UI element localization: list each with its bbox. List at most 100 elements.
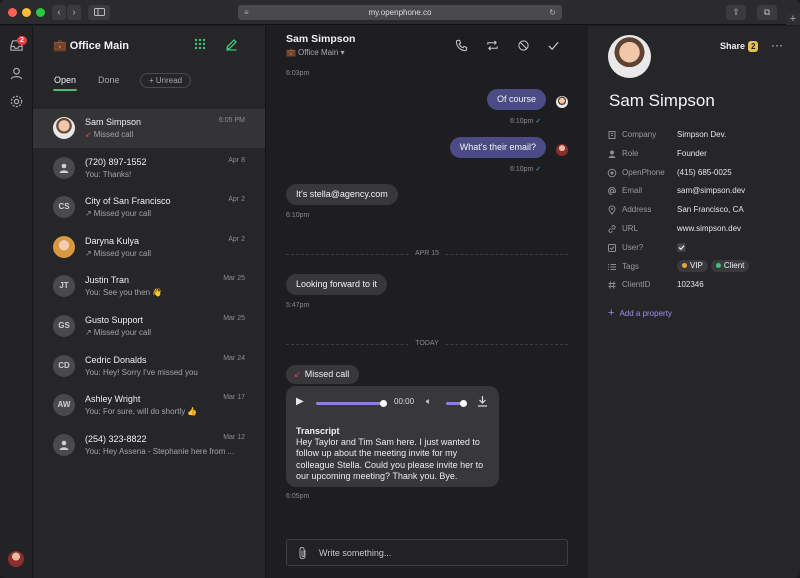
pencil-icon <box>226 39 237 51</box>
date-divider: TODAY <box>266 340 588 347</box>
settings-nav-button[interactable] <box>9 94 24 109</box>
building-icon <box>607 130 617 140</box>
property-row-address[interactable]: Address San Francisco, CA <box>607 204 797 218</box>
property-row-tags[interactable]: Tags VIP Client <box>607 259 797 275</box>
person-icon <box>10 67 23 80</box>
message-timestamp: 6:03pm <box>286 70 310 77</box>
pin-icon <box>607 205 617 215</box>
share-page-button[interactable]: ⇧ <box>726 5 746 20</box>
block-button[interactable] <box>517 39 530 52</box>
conversation-item[interactable]: Sam Simpson ↙ Missed call 6:05 PM <box>33 109 265 148</box>
message-input[interactable] <box>319 540 559 565</box>
address-bar[interactable]: ≡ my.openphone.co ↻ <box>238 5 562 20</box>
call-button[interactable] <box>455 39 468 52</box>
tags-list: VIP Client <box>677 259 752 272</box>
conversation-item[interactable]: JT Justin Tran You: See you then 👋 Mar 25 <box>33 267 265 306</box>
property-row-email[interactable]: Email sam@simpson.dev <box>607 185 797 199</box>
inbox-title[interactable]: 💼 Office Main <box>53 39 129 52</box>
conversation-item[interactable]: CS City of San Francisco ↗ Missed your call… <box>33 188 265 227</box>
briefcase-icon: 💼 <box>286 48 296 57</box>
property-value: 102346 <box>677 280 704 290</box>
tag-chip[interactable]: Client <box>710 259 750 272</box>
property-row-url[interactable]: URL www.simpson.dev <box>607 223 797 237</box>
mark-done-button[interactable] <box>547 39 560 52</box>
reload-icon[interactable]: ↻ <box>549 5 556 20</box>
play-button[interactable]: ▶ <box>296 396 304 407</box>
conversation-preview: You: See you then 👋 <box>85 288 163 298</box>
maximize-window-button[interactable] <box>36 8 45 17</box>
user-checkbox[interactable] <box>677 243 686 254</box>
transfer-button[interactable] <box>486 39 499 52</box>
share-button[interactable]: Share 2 <box>720 41 759 52</box>
tag-color-dot <box>682 262 687 268</box>
tab-open[interactable]: Open <box>54 75 76 85</box>
more-options-button[interactable]: ··· <box>771 38 783 52</box>
attach-button[interactable] <box>297 546 309 560</box>
property-row-openphone[interactable]: OpenPhone (415) 685-0025 <box>607 167 797 181</box>
conversation-name: City of San Francisco <box>85 196 171 207</box>
hash-icon <box>607 280 617 290</box>
conversation-name: Daryna Kulya <box>85 235 140 246</box>
conversation-date: 6:05 PM <box>218 117 245 124</box>
conversation-preview: Missed your call <box>93 248 152 258</box>
tabs-icon: ⧉ <box>763 7 771 17</box>
property-value: Simpson Dev. <box>677 130 727 139</box>
conversation-preview-row: You: Hey! Sorry I've missed you <box>85 368 245 377</box>
property-row-clientid[interactable]: ClientID 102346 <box>607 279 797 293</box>
conversation-date: Mar 12 <box>223 433 245 441</box>
back-button[interactable]: ‹ <box>52 5 66 20</box>
dialpad-button[interactable] <box>194 38 206 50</box>
sidebar-toggle-button[interactable] <box>88 5 110 20</box>
property-row-role[interactable]: Role Founder <box>607 148 797 162</box>
conversation-item[interactable]: CD Cedric Donalds You: Hey! Sorry I've mis… <box>33 347 265 386</box>
minimize-window-button[interactable] <box>22 8 31 17</box>
volume-slider[interactable] <box>446 400 467 407</box>
unread-filter-button[interactable]: + Unread <box>140 73 192 88</box>
conversation-name: (254) 323-8822 <box>85 433 147 444</box>
property-label: Email <box>622 186 643 196</box>
conversation-preview-row: You: For sure, will do shortly 👍 <box>85 407 245 416</box>
message-composer[interactable] <box>286 539 568 566</box>
chat-inbox-selector[interactable]: 💼 Office Main ▾ <box>286 48 345 57</box>
download-button[interactable] <box>477 395 488 407</box>
conversation-preview: You: Thanks! <box>85 169 132 179</box>
conversation-item[interactable]: AW Ashley Wright You: For sure, will do sh… <box>33 386 265 425</box>
avatar: CD <box>53 354 75 377</box>
contacts-nav-button[interactable] <box>9 66 24 81</box>
volume-button[interactable]: 🔈︎ <box>426 396 431 407</box>
user-avatar[interactable] <box>8 551 24 567</box>
property-row-user[interactable]: User? <box>607 242 797 256</box>
download-icon <box>478 396 487 407</box>
chevron-right-icon: › <box>72 7 76 18</box>
conversation-preview-row: ↙ Missed call <box>85 130 245 139</box>
new-tab-button[interactable]: + <box>786 13 800 25</box>
conversation-item[interactable]: (254) 323-8822 You: Hey Assena - Stephani… <box>33 426 265 465</box>
message-timestamp: 6:05pm <box>286 493 310 500</box>
audio-progress-bar[interactable] <box>316 400 387 407</box>
volume-handle[interactable] <box>460 400 467 407</box>
conversation-date: Apr 8 <box>228 156 245 164</box>
add-property-button[interactable]: + Add a property <box>608 307 672 319</box>
ellipsis-icon: ··· <box>771 38 783 52</box>
avatar <box>53 117 75 139</box>
conversation-item[interactable]: GS Gusto Support ↗ Missed your call Mar 25 <box>33 307 265 346</box>
message-bubble-incoming: Looking forward to it <box>286 274 388 295</box>
tabs-overview-button[interactable]: ⧉ <box>757 5 777 20</box>
message-bubble-incoming: It's stella@agency.com <box>286 184 398 205</box>
property-row-company[interactable]: Company Simpson Dev. <box>607 129 797 143</box>
property-value: www.simpson.dev <box>677 224 742 233</box>
audio-scrubber-handle[interactable] <box>380 400 387 407</box>
conversation-preview-row: ↗ Missed your call <box>85 328 245 337</box>
property-value: San Francisco, CA <box>677 205 744 215</box>
property-label: Address <box>622 205 652 215</box>
compose-button[interactable] <box>225 38 238 51</box>
missed-call-arrow-icon: ↙ <box>294 370 301 379</box>
tab-done[interactable]: Done <box>98 75 120 85</box>
conversation-preview-row: ↗ Missed your call <box>85 249 245 258</box>
conversation-item[interactable]: (720) 897-1552 You: Thanks! Apr 8 <box>33 149 265 188</box>
close-window-button[interactable] <box>8 8 17 17</box>
conversation-item[interactable]: Daryna Kulya ↗ Missed your call Apr 2 <box>33 228 265 267</box>
sender-avatar <box>556 144 568 156</box>
forward-button[interactable]: › <box>67 5 81 20</box>
tag-chip[interactable]: VIP <box>677 259 708 272</box>
